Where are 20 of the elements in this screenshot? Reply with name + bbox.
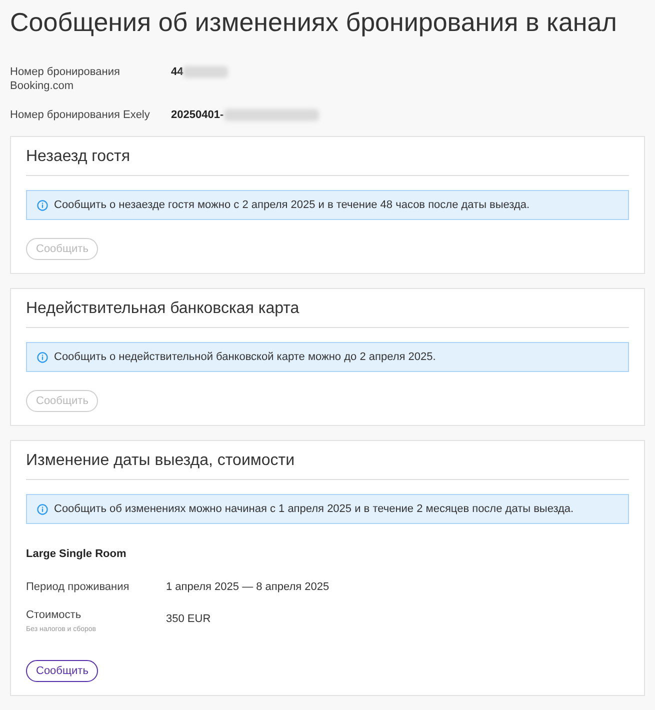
info-icon: [37, 504, 48, 514]
report-button[interactable]: Сообщить: [26, 660, 98, 682]
detail-label: Период проживания: [26, 580, 130, 594]
room-name: Large Single Room: [26, 547, 128, 561]
detail-value: 1 апреля 2025 — 8 апреля 2025: [166, 580, 330, 594]
field-value: 44: [171, 65, 184, 79]
section-title: Незаезд гостя: [26, 147, 132, 167]
info-alert-text: Сообщить о незаезде гостя можно с 2 апреля 2025 и в течение 48 часов после даты выезда.: [54, 198, 530, 213]
field-value: 20250401-: [171, 108, 224, 122]
detail-label: Стоимость: [26, 608, 82, 622]
page-title: Сообщения об изменениях бронирования в канал: [10, 6, 618, 38]
section-title: Изменение даты выезда, стоимости: [26, 451, 296, 471]
field-label: Номер бронирования Exely: [10, 108, 151, 122]
info-icon: [37, 352, 48, 362]
info-alert-text: Сообщить о недействительной банковской карте можно до 2 апреля 2025.: [54, 350, 436, 365]
info-icon: [37, 200, 48, 210]
section-title: Недействительная банковская карта: [26, 299, 300, 319]
field-label: Номер бронирования Booking.com: [10, 65, 121, 93]
info-alert-text: Сообщить об изменениях можно начиная с 1 апреля 2025 и в течение 2 месяцев после даты выезда.: [54, 502, 574, 517]
detail-value: 350 EUR: [166, 612, 212, 626]
